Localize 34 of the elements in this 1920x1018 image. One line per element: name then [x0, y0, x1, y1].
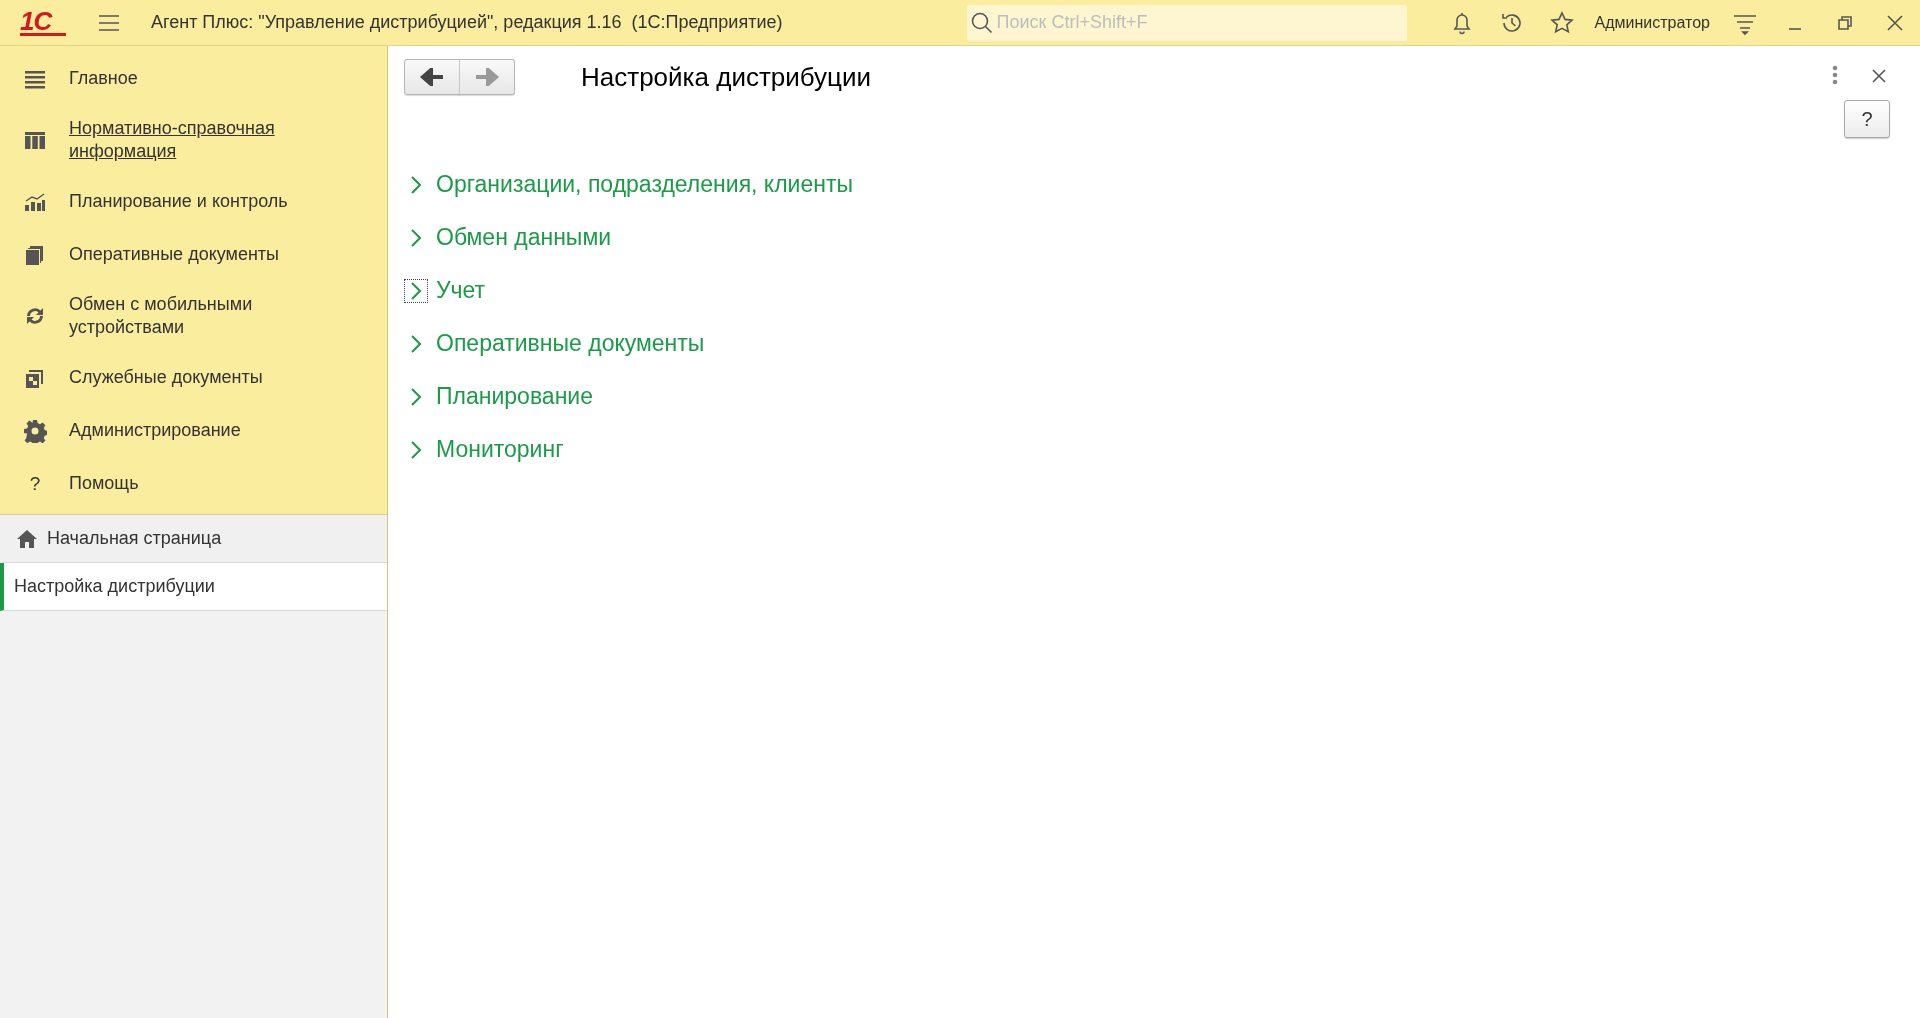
tab-label: Настройка дистрибуции	[14, 576, 215, 597]
section-link[interactable]: Служебные документы	[69, 366, 263, 389]
group-title[interactable]: Мониторинг	[436, 436, 564, 463]
back-arrow-icon	[419, 68, 445, 86]
section-link[interactable]: Главное	[69, 67, 138, 90]
more-icon[interactable]	[1832, 65, 1838, 85]
settings-icon[interactable]	[23, 418, 47, 443]
app-logo: 1С	[20, 9, 66, 36]
user-name[interactable]: Администратор	[1594, 13, 1710, 32]
star-icon[interactable]	[1548, 9, 1575, 36]
section-link[interactable]: Планирование и контроль	[69, 190, 288, 213]
section-link[interactable]: Нормативно-справочная информация	[69, 117, 329, 163]
back-button[interactable]	[404, 59, 460, 95]
group-title[interactable]: Организации, подразделения, клиенты	[436, 171, 853, 198]
window-title: Агент Плюс: "Управление дистрибуцией", редакция 1.16 (1С:Предприятие)	[151, 12, 783, 33]
open-window-tab[interactable]: Настройка дистрибуции	[0, 563, 387, 611]
section-link[interactable]: Помощь	[69, 472, 139, 495]
tab-label: Начальная страница	[47, 528, 222, 549]
search-field[interactable]: Поиск Ctrl+Shift+F	[966, 4, 1407, 41]
section-link[interactable]: Оперативные документы	[69, 243, 280, 266]
group-title[interactable]: Обмен данными	[436, 224, 612, 251]
form-title: Настройка дистрибуции	[581, 61, 872, 93]
menu-icon[interactable]	[98, 13, 120, 32]
close-icon[interactable]	[1872, 69, 1886, 83]
chevron-icon[interactable]	[404, 278, 428, 303]
section-link[interactable]: Обмен с мобильными устройствами	[69, 293, 329, 339]
home-icon	[16, 527, 38, 550]
group-title[interactable]: Оперативные документы	[436, 330, 705, 357]
section-link[interactable]: Администрирование	[69, 419, 241, 442]
group-title[interactable]: Учет	[436, 277, 486, 304]
help-button[interactable]: ?	[1844, 100, 1890, 138]
group-title[interactable]: Планирование	[436, 383, 593, 410]
forward-arrow-icon	[474, 68, 500, 86]
help-icon[interactable]: ?	[23, 472, 47, 495]
